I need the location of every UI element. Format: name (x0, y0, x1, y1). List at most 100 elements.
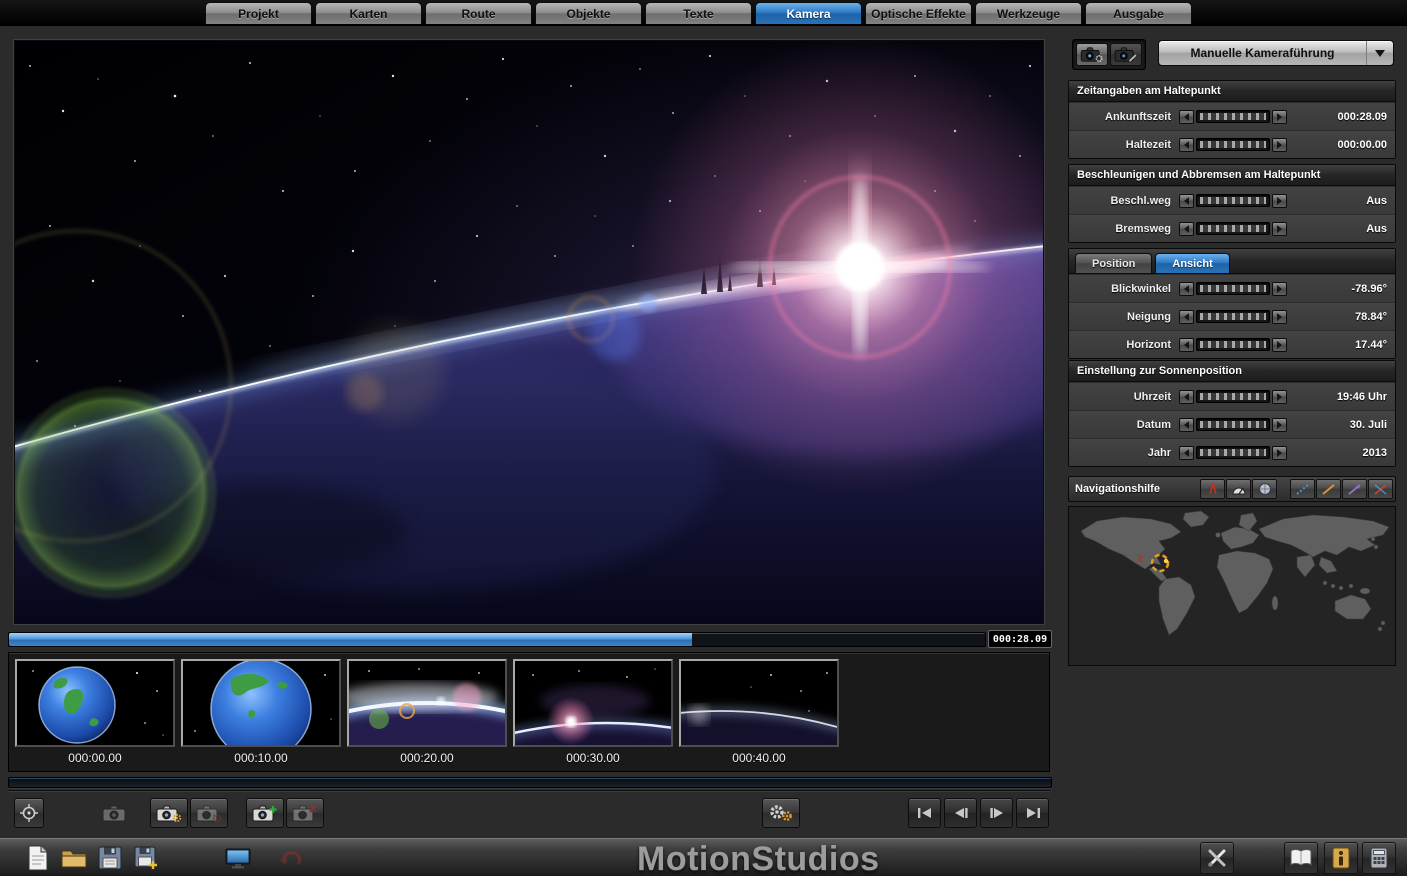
slider-increase-button[interactable] (1272, 138, 1287, 152)
thumbnail-image-1[interactable] (15, 659, 175, 747)
camera-mode-auto-button[interactable] (1076, 43, 1108, 66)
slider-decrease-button[interactable] (1179, 282, 1194, 296)
globe-icon (1257, 482, 1273, 496)
slider-track[interactable] (1196, 418, 1270, 431)
info-button[interactable] (1324, 842, 1358, 874)
slider-track[interactable] (1196, 194, 1270, 207)
keyframe-thumbnail[interactable]: 000:40.00 (679, 659, 839, 765)
group-title: Einstellung zur Sonnenposition (1069, 361, 1395, 382)
new-project-button[interactable] (22, 843, 54, 873)
nav-style-dotted-button[interactable] (1290, 479, 1315, 499)
slider-track[interactable] (1196, 282, 1270, 295)
tab-kamera[interactable]: Kamera (755, 2, 862, 24)
keyframe-thumbnail[interactable]: 000:20.00 (347, 659, 507, 765)
add-haltepunkt-button[interactable] (246, 798, 284, 828)
calculator-button[interactable] (1362, 842, 1396, 874)
slider-increase-button[interactable] (1272, 338, 1287, 352)
tab-ansicht[interactable]: Ansicht (1155, 253, 1229, 273)
slider-increase-button[interactable] (1272, 418, 1287, 432)
slider-decrease-button[interactable] (1179, 418, 1194, 432)
slider-increase-button[interactable] (1272, 282, 1287, 296)
jahr-slider (1179, 446, 1287, 460)
keyframe-strip: 000:00.00 (8, 652, 1050, 772)
tab-projekt[interactable]: Projekt (205, 2, 312, 24)
floppy-disk-plus-icon (134, 846, 158, 870)
tab-texte[interactable]: Texte (645, 2, 752, 24)
slider-track[interactable] (1196, 110, 1270, 123)
row-value: Aus (1287, 223, 1387, 235)
jahr-row: Jahr 2013 (1069, 438, 1395, 466)
preview-button[interactable] (222, 843, 254, 873)
solid-line-icon (1321, 482, 1337, 496)
nav-style-arrow-button[interactable] (1342, 479, 1367, 499)
timeline-scrollbar[interactable] (8, 777, 1052, 788)
undo-button[interactable] (274, 843, 306, 873)
viewport-3d-scene[interactable] (14, 40, 1044, 624)
go-first-button[interactable] (908, 798, 941, 828)
nav-tool-protractor-button[interactable] (1226, 479, 1251, 499)
thumbnail-image-3[interactable] (347, 659, 507, 747)
tab-ausgabe[interactable]: Ausgabe (1085, 2, 1192, 24)
slider-increase-button[interactable] (1272, 446, 1287, 460)
thumbnail-time: 000:20.00 (347, 751, 507, 765)
nav-tool-globe-button[interactable] (1252, 479, 1277, 499)
slider-track[interactable] (1196, 446, 1270, 459)
nav-style-solid-button[interactable] (1316, 479, 1341, 499)
tab-karten[interactable]: Karten (315, 2, 422, 24)
camera-mode-dropdown[interactable]: Manuelle Kameraführung (1158, 40, 1394, 66)
row-value: -78.96° (1287, 283, 1387, 295)
save-as-button[interactable] (130, 843, 162, 873)
slider-increase-button[interactable] (1272, 222, 1287, 236)
world-map[interactable] (1068, 506, 1396, 666)
keyframe-thumbnail[interactable]: 000:30.00 (513, 659, 673, 765)
slider-decrease-button[interactable] (1179, 390, 1194, 404)
slider-increase-button[interactable] (1272, 110, 1287, 124)
camera-gear-icon (156, 804, 182, 823)
slider-increase-button[interactable] (1272, 194, 1287, 208)
slider-decrease-button[interactable] (1179, 446, 1194, 460)
nav-tool-compass-button[interactable] (1200, 479, 1225, 499)
camera-red-gear-icon (196, 804, 222, 823)
tab-objekte[interactable]: Objekte (535, 2, 642, 24)
slider-decrease-button[interactable] (1179, 338, 1194, 352)
slider-track[interactable] (1196, 222, 1270, 235)
slider-decrease-button[interactable] (1179, 138, 1194, 152)
delete-haltepunkt-button[interactable] (286, 798, 324, 828)
tab-route[interactable]: Route (425, 2, 532, 24)
slider-decrease-button[interactable] (1179, 110, 1194, 124)
keyframe-thumbnail[interactable]: 000:10.00 (181, 659, 341, 765)
render-settings-button[interactable] (762, 798, 800, 828)
slider-track[interactable] (1196, 390, 1270, 403)
thumbnail-image-2[interactable] (181, 659, 341, 747)
camera-plus-icon (252, 804, 278, 823)
open-project-button[interactable] (58, 843, 90, 873)
camera-x-icon (292, 804, 318, 823)
apply-camera-button[interactable] (150, 798, 188, 828)
reset-camera-button[interactable] (190, 798, 228, 828)
save-project-button[interactable] (94, 843, 126, 873)
go-last-button[interactable] (1016, 798, 1049, 828)
slider-decrease-button[interactable] (1179, 310, 1194, 324)
tools-button[interactable] (1200, 842, 1234, 874)
manual-button[interactable] (1284, 842, 1318, 874)
center-camera-button[interactable] (14, 798, 44, 828)
slider-increase-button[interactable] (1272, 390, 1287, 404)
tab-werkzeuge[interactable]: Werkzeuge (975, 2, 1082, 24)
slider-increase-button[interactable] (1272, 310, 1287, 324)
slider-track[interactable] (1196, 338, 1270, 351)
tab-optische-effekte[interactable]: Optische Effekte (865, 2, 972, 24)
tab-position[interactable]: Position (1075, 253, 1152, 273)
slider-decrease-button[interactable] (1179, 194, 1194, 208)
slider-track[interactable] (1196, 138, 1270, 151)
timeline-progress-bar[interactable] (8, 632, 986, 647)
camera-mode-manual-button[interactable] (1110, 43, 1142, 66)
thumbnail-image-4[interactable] (513, 659, 673, 747)
slider-decrease-button[interactable] (1179, 222, 1194, 236)
thumbnail-image-5[interactable] (679, 659, 839, 747)
dropdown-arrow-button[interactable] (1366, 41, 1393, 65)
slider-track[interactable] (1196, 310, 1270, 323)
step-back-button[interactable] (944, 798, 977, 828)
nav-style-cross-button[interactable] (1368, 479, 1393, 499)
step-forward-button[interactable] (980, 798, 1013, 828)
keyframe-thumbnail[interactable]: 000:00.00 (15, 659, 175, 765)
